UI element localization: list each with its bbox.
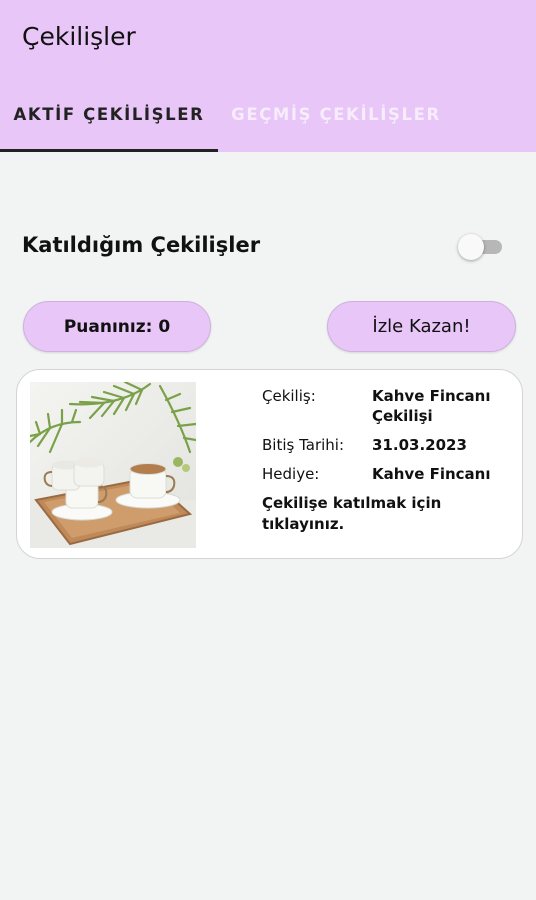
end-date-value: 31.03.2023 [372,436,467,454]
joined-raffles-toggle[interactable] [458,233,504,261]
watch-and-win-button[interactable]: İzle Kazan! [327,301,516,352]
joined-raffles-label: Katıldığım Çekilişler [22,233,261,257]
raffle-details: Çekiliş: Kahve Fincanı Çekilişi Bitiş Ta… [262,386,512,535]
prize-value: Kahve Fincanı [372,465,491,483]
join-raffle-text: Çekilişe katılmak için tıklayınız. [262,494,442,533]
watch-label: İzle Kazan! [372,316,471,337]
toggle-thumb [458,234,484,260]
page-title: Çekilişler [22,22,136,51]
tab-indicator [0,149,218,152]
raffle-card[interactable]: Çekiliş: Kahve Fincanı Çekilişi Bitiş Ta… [16,369,523,559]
prize-row: Hediye: Kahve Fincanı [262,464,512,484]
score-label: Puanınız: 0 [63,316,171,337]
tab-label: GEÇMİŞ ÇEKİLİŞLER [231,105,441,124]
tab-active-raffles[interactable]: AKTİF ÇEKİLİŞLER [0,100,218,152]
score-button[interactable]: Puanınız: 0 [23,301,211,352]
end-date-key: Bitiş Tarihi: [262,436,345,454]
tab-label: AKTİF ÇEKİLİŞLER [13,105,205,124]
app-bar: Çekilişler AKTİF ÇEKİLİŞLER GEÇMİŞ ÇEKİL… [0,0,536,152]
raffle-name-row: Çekiliş: Kahve Fincanı Çekilişi [262,386,512,426]
end-date-row: Bitiş Tarihi: 31.03.2023 [262,435,512,455]
tab-past-raffles[interactable]: GEÇMİŞ ÇEKİLİŞLER [218,100,454,152]
coffee-cups-photo [30,382,196,548]
raffle-name-value: Kahve Fincanı Çekilişi [372,387,491,425]
raffle-name-key: Çekiliş: [262,387,316,405]
prize-key: Hediye: [262,465,320,483]
